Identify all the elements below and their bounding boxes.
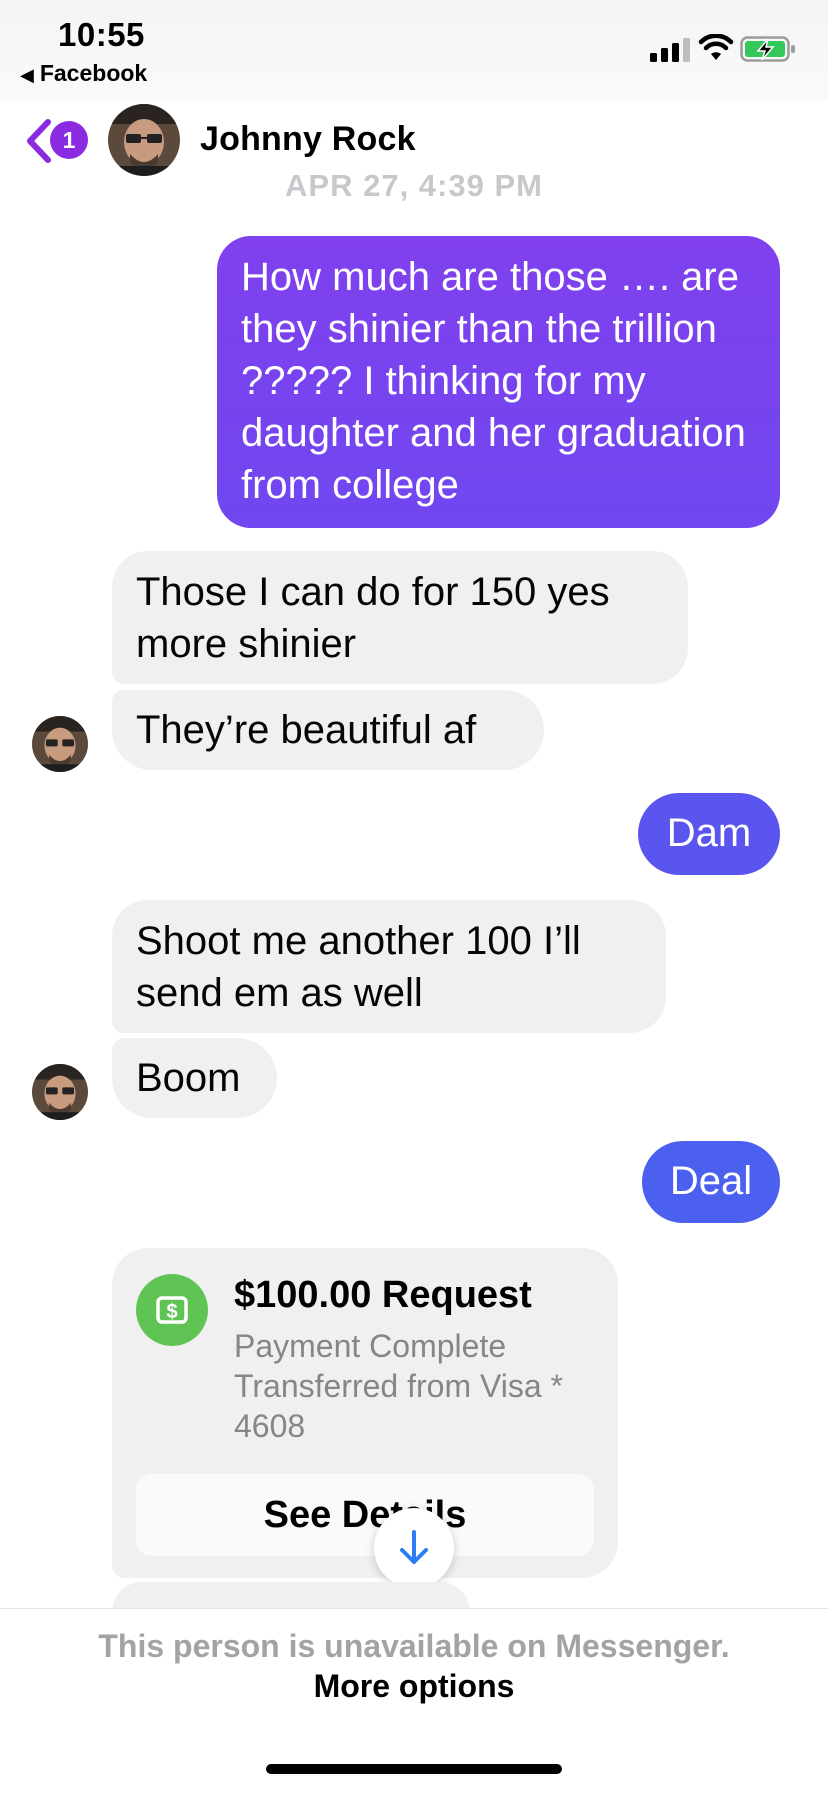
outgoing-message[interactable]: Deal [642, 1141, 780, 1223]
arrow-down-icon [400, 1530, 428, 1564]
incoming-message[interactable]: They’re beautiful af [112, 690, 544, 770]
payment-title: $100.00 Request [234, 1274, 532, 1316]
incoming-message[interactable]: Boom [112, 1038, 277, 1118]
thread-timestamp: APR 27, 4:39 PM [285, 168, 543, 203]
sender-avatar[interactable] [32, 1064, 88, 1120]
cellular-signal-icon [650, 38, 690, 62]
payment-source: Transferred from Visa * 4608 [234, 1368, 563, 1444]
back-triangle-icon: ◀ [20, 65, 34, 85]
person-avatar-icon [32, 716, 88, 772]
battery-charging-icon [740, 36, 795, 62]
see-details-button[interactable]: See Details [136, 1474, 594, 1556]
outgoing-message[interactable]: Dam [638, 793, 780, 875]
svg-text:$: $ [166, 1301, 177, 1323]
contact-avatar[interactable] [108, 104, 180, 176]
sender-avatar[interactable] [32, 716, 88, 772]
back-app-label: Facebook [39, 60, 148, 86]
incoming-message[interactable]: Shoot me another 100 I’ll send em as wel… [112, 900, 666, 1033]
scroll-to-bottom-button[interactable] [374, 1508, 454, 1588]
status-time: 10:55 [58, 16, 145, 53]
home-indicator[interactable] [266, 1764, 562, 1774]
payment-status-text: Payment Complete Transferred from Visa *… [234, 1326, 614, 1446]
outgoing-message[interactable]: How much are those …. are they shinier t… [217, 236, 780, 528]
person-avatar-icon [108, 104, 180, 176]
wifi-icon [698, 34, 734, 60]
back-to-app-link[interactable]: ◀ Facebook [20, 60, 147, 87]
unread-count-badge: 1 [50, 121, 88, 159]
contact-name[interactable]: Johnny Rock [200, 120, 416, 159]
payment-status: Payment Complete [234, 1328, 507, 1364]
unavailable-notice: This person is unavailable on Messenger. [98, 1628, 730, 1664]
person-avatar-icon [32, 1064, 88, 1120]
more-options-link[interactable]: More options [0, 1668, 828, 1705]
incoming-message[interactable]: Those I can do for 150 yes more shinier [112, 551, 688, 684]
cash-icon: $ [136, 1274, 208, 1346]
